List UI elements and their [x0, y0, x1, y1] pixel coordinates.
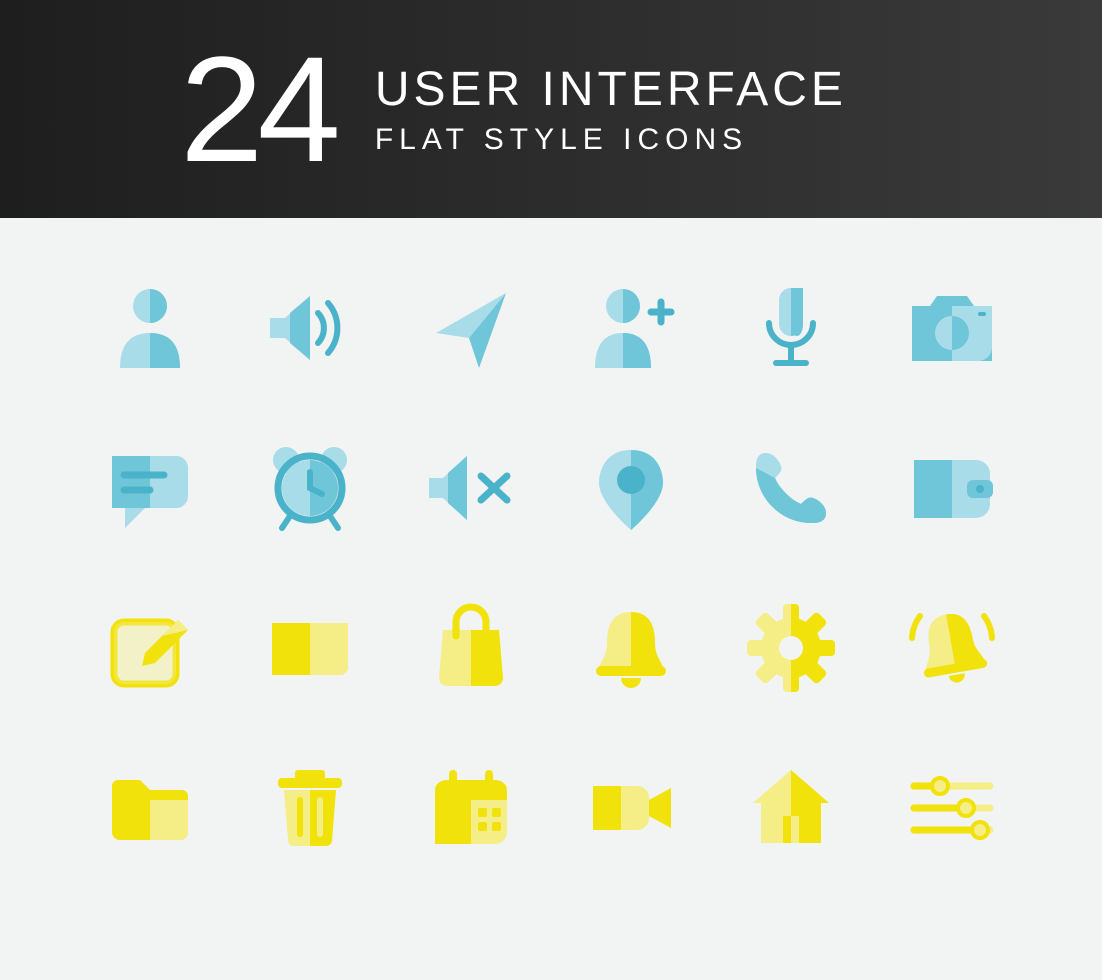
- chat-icon: [100, 438, 200, 538]
- camera-icon: [902, 278, 1002, 378]
- phone-icon: [741, 438, 841, 538]
- title-line-1: USER INTERFACE: [375, 62, 847, 117]
- volume-icon: [260, 278, 360, 378]
- user-icon: [100, 278, 200, 378]
- home-icon: [741, 758, 841, 858]
- add-user-icon: [581, 278, 681, 378]
- title-line-2: FLAT STYLE ICONS: [375, 123, 847, 157]
- wallet-icon: [902, 438, 1002, 538]
- shopping-bag-icon: [421, 598, 521, 698]
- icon-grid: [0, 218, 1102, 928]
- send-icon: [421, 278, 521, 378]
- sliders-icon: [902, 758, 1002, 858]
- mute-icon: [421, 438, 521, 538]
- video-camera-icon: [581, 758, 681, 858]
- mail-icon: [260, 598, 360, 698]
- bell-ringing-icon: [902, 598, 1002, 698]
- trash-icon: [260, 758, 360, 858]
- edit-icon: [100, 598, 200, 698]
- alarm-clock-icon: [260, 438, 360, 538]
- gear-icon: [741, 598, 841, 698]
- bell-icon: [581, 598, 681, 698]
- header-banner: 24 USER INTERFACE FLAT STYLE ICONS: [0, 0, 1102, 218]
- calendar-icon: [421, 758, 521, 858]
- microphone-icon: [741, 278, 841, 378]
- folder-icon: [100, 758, 200, 858]
- icon-count: 24: [180, 23, 335, 196]
- location-pin-icon: [581, 438, 681, 538]
